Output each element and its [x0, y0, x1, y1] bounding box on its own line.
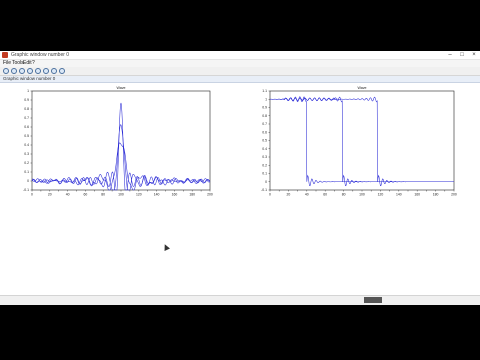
x-tick-label-1-10: 100 [359, 193, 365, 197]
y-tick-label-0-3: 0.2 [24, 161, 29, 165]
x-tick-label-1-6: 60 [323, 193, 327, 197]
x-tick-label-0-2: 20 [48, 193, 52, 197]
y-tick-label-0-0: -0.1 [23, 188, 29, 192]
x-tick-label-1-14: 140 [396, 193, 402, 197]
maximize-icon[interactable]: □ [456, 51, 468, 59]
datatip-icon[interactable] [51, 68, 57, 74]
x-tick-label-0-6: 60 [84, 193, 88, 197]
y-tick-label-1-1: 0 [265, 180, 267, 184]
window-title: Graphic window number 0 [11, 52, 70, 58]
scilab-app-icon [2, 52, 8, 58]
status-bar [0, 295, 480, 305]
zoom-in-icon[interactable] [11, 68, 17, 74]
plot-title-1: Wave [357, 86, 366, 90]
x-tick-label-1-20: 200 [451, 193, 457, 197]
x-tick-label-0-0: 0 [31, 193, 33, 197]
y-tick-label-0-8: 0.7 [24, 116, 29, 120]
y-tick-label-1-8: 0.7 [262, 122, 267, 126]
y-tick-label-0-10: 0.9 [24, 98, 29, 102]
x-tick-label-0-14: 140 [154, 193, 160, 197]
plot-frame-1 [269, 90, 455, 191]
y-tick-label-1-0: -0.1 [261, 188, 267, 192]
y-tick-label-0-2: 0.1 [24, 170, 29, 174]
x-tick-label-1-4: 40 [305, 193, 309, 197]
x-tick-label-0-16: 160 [172, 193, 178, 197]
x-tick-label-1-12: 120 [378, 193, 384, 197]
y-tick-label-0-6: 0.5 [24, 134, 29, 138]
y-tick-label-1-2: 0.1 [262, 172, 267, 176]
menu-bar: File Tools Edit ? [0, 60, 480, 67]
x-tick-label-1-18: 180 [433, 193, 439, 197]
y-tick-label-0-9: 0.8 [24, 107, 29, 111]
x-tick-label-0-20: 200 [207, 193, 213, 197]
gear-icon[interactable] [59, 68, 65, 74]
x-tick-label-1-2: 20 [287, 193, 291, 197]
menu-tools[interactable]: Tools [12, 60, 24, 67]
plot-title-0: Wave [116, 86, 125, 90]
plot-frame-0 [31, 90, 211, 191]
y-tick-label-1-4: 0.3 [262, 155, 267, 159]
x-tick-label-0-8: 80 [101, 193, 105, 197]
y-tick-label-0-7: 0.6 [24, 125, 29, 129]
y-tick-label-1-12: 1.1 [262, 89, 267, 93]
menu-edit[interactable]: Edit [23, 60, 32, 67]
toolbar [0, 67, 480, 76]
video-frame: Graphic window number 0 – □ × File Tools… [0, 0, 480, 360]
zoom-icon[interactable] [27, 68, 33, 74]
status-indicator [364, 297, 382, 303]
x-tick-label-0-12: 120 [136, 193, 142, 197]
zoom-out-icon[interactable] [19, 68, 25, 74]
y-tick-label-0-4: 0.3 [24, 152, 29, 156]
y-tick-label-1-10: 0.9 [262, 106, 267, 110]
y-tick-label-1-6: 0.5 [262, 139, 267, 143]
graphic-window: Graphic window number 0 – □ × File Tools… [0, 51, 480, 305]
title-bar: Graphic window number 0 – □ × [0, 51, 480, 60]
x-tick-label-0-18: 180 [189, 193, 195, 197]
x-tick-label-0-4: 40 [66, 193, 70, 197]
y-tick-label-0-5: 0.4 [24, 143, 29, 147]
menu-file[interactable]: File [3, 60, 11, 67]
y-tick-label-1-5: 0.4 [262, 147, 267, 151]
x-tick-label-0-10: 100 [118, 193, 124, 197]
x-tick-label-1-8: 80 [342, 193, 346, 197]
close-icon[interactable]: × [468, 51, 480, 59]
plot-canvas: Wave0 20 40 60 80 100 120 140 160 180 200-0.100.10… [23, 86, 457, 197]
menu-help[interactable]: ? [32, 60, 35, 67]
pan-icon[interactable] [35, 68, 41, 74]
x-tick-label-1-16: 160 [414, 193, 420, 197]
select-icon[interactable] [43, 68, 49, 74]
y-tick-label-0-1: 0 [27, 179, 29, 183]
rotate-icon[interactable] [3, 68, 9, 74]
minimize-icon[interactable]: – [444, 51, 456, 59]
y-tick-label-1-3: 0.2 [262, 163, 267, 167]
y-tick-label-1-9: 0.8 [262, 114, 267, 118]
y-tick-label-1-7: 0.6 [262, 130, 267, 134]
y-tick-label-1-11: 1 [265, 97, 267, 101]
y-tick-label-0-11: 1 [27, 89, 29, 93]
x-tick-label-1-0: 0 [269, 193, 271, 197]
